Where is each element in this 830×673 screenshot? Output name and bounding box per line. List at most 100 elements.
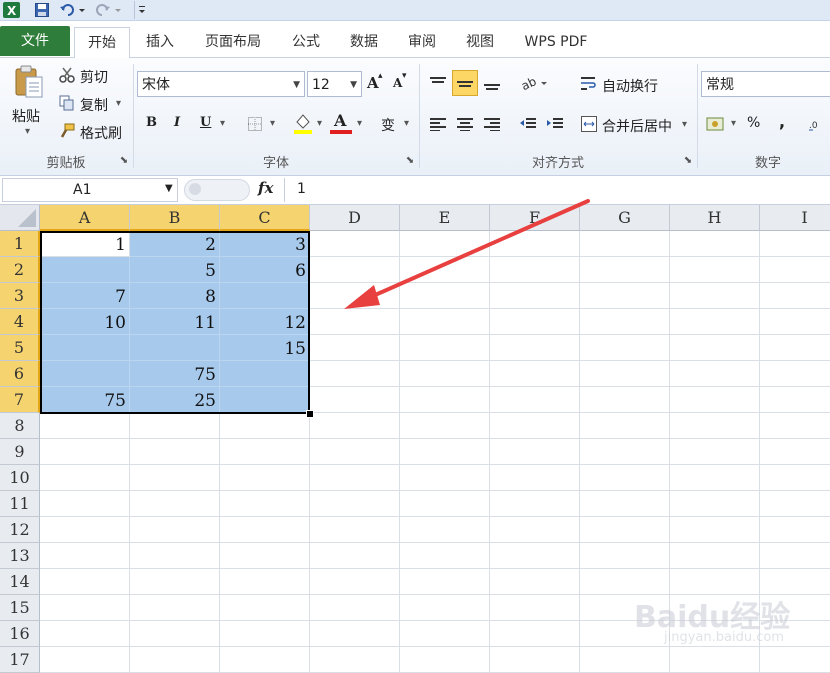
redo-icon[interactable] <box>94 1 124 19</box>
cell-f13[interactable] <box>490 543 580 569</box>
cell-c1[interactable]: 3 <box>220 231 310 257</box>
cell-a7[interactable]: 75 <box>40 387 130 413</box>
column-header-h[interactable]: H <box>670 205 760 231</box>
cell-c9[interactable] <box>220 439 310 465</box>
cell-b6[interactable]: 75 <box>130 361 220 387</box>
cut-icon[interactable] <box>58 66 76 84</box>
accounting-format-icon[interactable] <box>705 114 727 134</box>
fill-color-icon[interactable] <box>292 112 314 134</box>
font-color-dropdown-icon[interactable]: ▾ <box>357 118 362 129</box>
increase-indent-icon[interactable] <box>545 114 565 134</box>
merge-center-icon[interactable] <box>580 115 598 133</box>
cell-i5[interactable] <box>760 335 830 361</box>
cell-c11[interactable] <box>220 491 310 517</box>
tab-page-layout[interactable]: 页面布局 <box>196 27 270 57</box>
cell-i6[interactable] <box>760 361 830 387</box>
cell-f10[interactable] <box>490 465 580 491</box>
phonetic-button[interactable]: 变 <box>381 115 395 135</box>
border-icon[interactable] <box>246 115 264 133</box>
cell-a14[interactable] <box>40 569 130 595</box>
cell-d12[interactable] <box>310 517 400 543</box>
cell-b1[interactable]: 2 <box>130 231 220 257</box>
cell-e17[interactable] <box>400 647 490 673</box>
cell-b4[interactable]: 11 <box>130 309 220 335</box>
cell-i3[interactable] <box>760 283 830 309</box>
select-all-corner[interactable] <box>0 205 40 231</box>
cell-a11[interactable] <box>40 491 130 517</box>
tab-insert[interactable]: 插入 <box>134 27 186 57</box>
formula-bar-splitter[interactable] <box>184 179 250 201</box>
cell-i9[interactable] <box>760 439 830 465</box>
cell-c15[interactable] <box>220 595 310 621</box>
cell-g7[interactable] <box>580 387 670 413</box>
cell-e12[interactable] <box>400 517 490 543</box>
cell-h5[interactable] <box>670 335 760 361</box>
column-header-i[interactable]: I <box>760 205 830 231</box>
cell-a10[interactable] <box>40 465 130 491</box>
cell-c13[interactable] <box>220 543 310 569</box>
font-size-select[interactable]: 12 ▼ <box>307 71 362 97</box>
format-painter-button[interactable]: 格式刷 <box>80 123 122 143</box>
cell-e13[interactable] <box>400 543 490 569</box>
column-header-a[interactable]: A <box>40 205 130 231</box>
row-header-2[interactable]: 2 <box>0 257 40 283</box>
cell-a2[interactable] <box>40 257 130 283</box>
align-right-icon[interactable] <box>482 114 502 134</box>
cell-h4[interactable] <box>670 309 760 335</box>
cell-f8[interactable] <box>490 413 580 439</box>
row-header-1[interactable]: 1 <box>0 231 40 257</box>
decrease-indent-icon[interactable] <box>518 114 538 134</box>
copy-dropdown-icon[interactable]: ▾ <box>116 98 121 109</box>
cell-g9[interactable] <box>580 439 670 465</box>
font-color-button[interactable]: A <box>334 111 346 130</box>
cell-c12[interactable] <box>220 517 310 543</box>
cell-h10[interactable] <box>670 465 760 491</box>
cell-a15[interactable] <box>40 595 130 621</box>
paste-button[interactable]: 粘贴 <box>12 106 40 126</box>
cell-b15[interactable] <box>130 595 220 621</box>
phonetic-dropdown-icon[interactable]: ▾ <box>404 118 409 129</box>
cell-d6[interactable] <box>310 361 400 387</box>
cell-e8[interactable] <box>400 413 490 439</box>
cell-f7[interactable] <box>490 387 580 413</box>
cell-g5[interactable] <box>580 335 670 361</box>
cell-b2[interactable]: 5 <box>130 257 220 283</box>
tab-home[interactable]: 开始 <box>74 27 130 59</box>
cell-c14[interactable] <box>220 569 310 595</box>
cell-e11[interactable] <box>400 491 490 517</box>
cell-a16[interactable] <box>40 621 130 647</box>
border-dropdown-icon[interactable]: ▾ <box>270 118 275 129</box>
cell-h3[interactable] <box>670 283 760 309</box>
cell-e6[interactable] <box>400 361 490 387</box>
cell-f15[interactable] <box>490 595 580 621</box>
column-header-b[interactable]: B <box>130 205 220 231</box>
cell-a1[interactable]: 1 <box>40 231 130 257</box>
align-top-icon[interactable] <box>428 72 448 94</box>
cell-c17[interactable] <box>220 647 310 673</box>
cell-i7[interactable] <box>760 387 830 413</box>
cell-h13[interactable] <box>670 543 760 569</box>
align-bottom-icon[interactable] <box>482 72 502 94</box>
underline-button[interactable]: U <box>200 115 211 130</box>
row-header-5[interactable]: 5 <box>0 335 40 361</box>
font-name-select[interactable]: 宋体 ▼ <box>137 71 305 97</box>
tab-wps-pdf[interactable]: WPS PDF <box>514 27 598 57</box>
wrap-text-icon[interactable] <box>580 74 598 92</box>
percent-button[interactable]: % <box>747 115 760 131</box>
row-header-7[interactable]: 7 <box>0 387 40 413</box>
copy-button[interactable]: 复制 <box>80 95 108 115</box>
cell-b5[interactable] <box>130 335 220 361</box>
cell-d11[interactable] <box>310 491 400 517</box>
cell-h12[interactable] <box>670 517 760 543</box>
insert-function-button[interactable]: fx <box>258 179 282 201</box>
align-center-icon[interactable] <box>455 114 475 134</box>
orientation-icon[interactable]: ab <box>520 72 550 94</box>
cell-g11[interactable] <box>580 491 670 517</box>
cell-g13[interactable] <box>580 543 670 569</box>
tab-data[interactable]: 数据 <box>340 27 388 57</box>
merge-dropdown-icon[interactable]: ▾ <box>682 119 687 130</box>
cell-f6[interactable] <box>490 361 580 387</box>
cell-a17[interactable] <box>40 647 130 673</box>
cell-a13[interactable] <box>40 543 130 569</box>
cell-c10[interactable] <box>220 465 310 491</box>
